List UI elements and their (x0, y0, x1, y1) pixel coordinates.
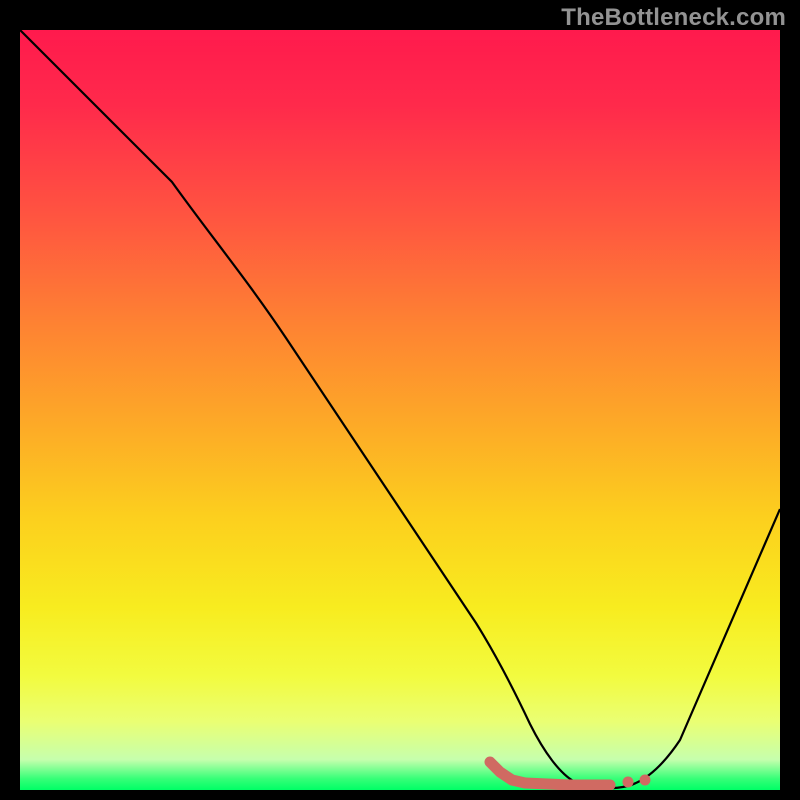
main-curve (20, 30, 780, 788)
valley-highlight (490, 762, 651, 788)
plot-area (20, 30, 780, 790)
chart-container: TheBottleneck.com (0, 0, 800, 800)
watermark-text: TheBottleneck.com (561, 4, 786, 32)
curve-layer (20, 30, 780, 790)
